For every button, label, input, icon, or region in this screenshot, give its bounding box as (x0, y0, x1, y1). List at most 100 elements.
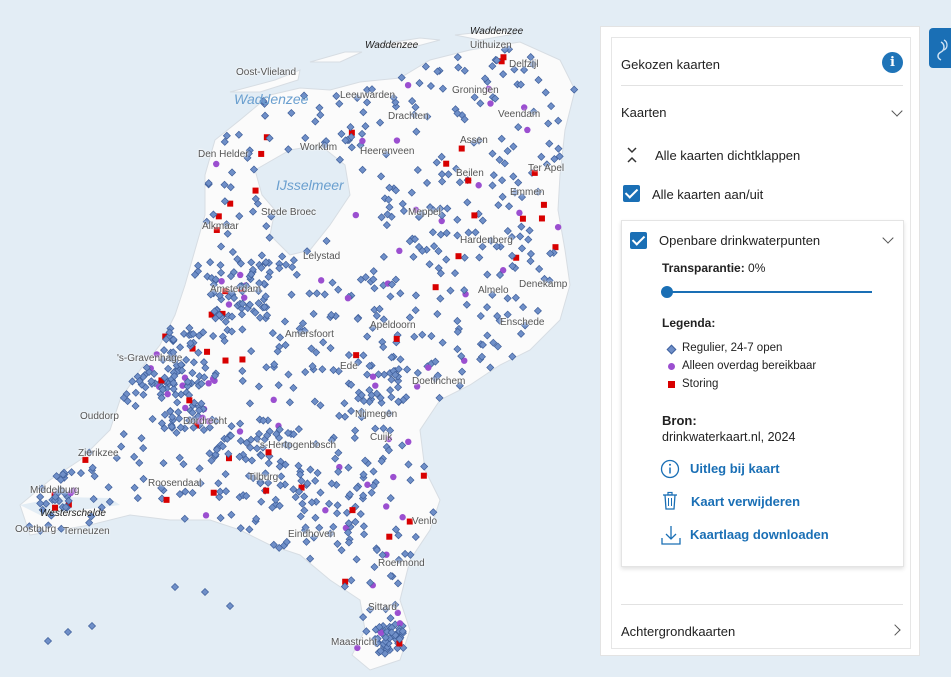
chosen-maps-panel: Gekozen kaarten i Kaarten Alle kaarten d… (611, 37, 911, 649)
daytime-point-marker[interactable] (344, 294, 352, 302)
map-label: Waddenzee (470, 26, 524, 37)
daytime-point-marker[interactable] (369, 373, 377, 380)
map-label: Cuijk (370, 432, 393, 443)
legend-item: Regulier, 24-7 open (682, 342, 783, 354)
transparency-slider[interactable] (666, 291, 872, 293)
legend-circle-icon (668, 363, 675, 370)
remove-map-button[interactable]: Kaart verwijderen (691, 494, 800, 509)
fault-point-marker[interactable] (519, 215, 526, 222)
daytime-point-marker[interactable] (377, 629, 385, 636)
fault-point-marker[interactable] (540, 201, 547, 208)
legend-diamond-icon (666, 344, 677, 355)
daytime-point-marker[interactable] (372, 382, 379, 389)
daytime-point-marker[interactable] (393, 137, 401, 144)
fault-point-marker[interactable] (420, 472, 427, 479)
fault-point-marker[interactable] (500, 54, 507, 61)
daytime-point-marker[interactable] (425, 364, 432, 371)
fault-point-marker[interactable] (263, 487, 270, 494)
map-label: Lelystad (303, 251, 341, 262)
collapse-all-button[interactable]: Alle kaarten dichtklappen (655, 148, 800, 163)
daytime-point-marker[interactable] (322, 507, 329, 514)
map-label: Veendam (498, 109, 541, 120)
transparency-label: Transparantie: (662, 261, 745, 275)
fault-point-marker[interactable] (353, 352, 360, 359)
fault-point-marker[interactable] (458, 145, 465, 152)
daytime-point-marker[interactable] (487, 100, 494, 107)
download-layer-button[interactable]: Kaartlaag downloaden (690, 527, 829, 542)
collapse-icon[interactable] (626, 146, 638, 164)
daytime-point-marker[interactable] (390, 473, 397, 481)
fault-point-marker[interactable] (186, 397, 193, 404)
fault-point-marker[interactable] (258, 150, 265, 157)
chevron-down-icon[interactable] (891, 105, 903, 117)
fault-point-marker[interactable] (386, 533, 393, 540)
map-label: Dordrecht (183, 416, 227, 427)
chevron-down-icon[interactable] (882, 232, 894, 244)
map-label: Roosendaal (148, 478, 202, 489)
daytime-point-marker[interactable] (364, 481, 371, 488)
legend-item: Alleen overdag bereikbaar (682, 360, 817, 372)
map-label: Drachten (388, 111, 429, 122)
daytime-point-marker[interactable] (359, 137, 366, 145)
daytime-point-marker[interactable] (352, 211, 360, 219)
daytime-point-marker[interactable] (399, 514, 406, 521)
daytime-point-marker[interactable] (202, 512, 210, 519)
daytime-point-marker[interactable] (404, 81, 412, 89)
toggle-all-maps-label[interactable]: Alle kaarten aan/uit (652, 187, 763, 202)
divider (621, 85, 903, 86)
fault-point-marker[interactable] (455, 253, 462, 260)
daytime-point-marker[interactable] (236, 428, 244, 435)
map-label: Assen (460, 135, 488, 146)
fault-point-marker[interactable] (204, 348, 211, 355)
daytime-point-marker[interactable] (225, 301, 233, 308)
daytime-point-marker[interactable] (164, 390, 171, 398)
daytime-point-marker[interactable] (524, 126, 531, 134)
layer-name[interactable]: Openbare drinkwaterpunten (659, 233, 820, 248)
map-label: Ede (340, 361, 358, 372)
fault-point-marker[interactable] (239, 356, 246, 363)
map-label: 's-Gravenhage (117, 353, 183, 364)
fault-point-marker[interactable] (349, 507, 356, 514)
fault-point-marker[interactable] (538, 215, 545, 222)
daytime-point-marker[interactable] (213, 160, 220, 168)
fault-point-marker[interactable] (443, 160, 450, 167)
info-circle-icon[interactable] (660, 459, 680, 484)
fault-point-marker[interactable] (393, 335, 400, 342)
daytime-point-marker[interactable] (383, 503, 390, 510)
fault-point-marker[interactable] (222, 357, 229, 364)
checkbox-icon[interactable] (623, 185, 640, 202)
daytime-point-marker[interactable] (270, 396, 277, 404)
map-label: Amsterdam (210, 284, 262, 295)
fault-point-marker[interactable] (471, 212, 478, 219)
daytime-point-marker[interactable] (317, 277, 325, 284)
daytime-point-marker[interactable] (475, 182, 482, 189)
legend-item: Storing (682, 378, 719, 390)
fault-point-marker[interactable] (210, 489, 217, 496)
download-icon[interactable] (660, 524, 682, 551)
daytime-point-marker[interactable] (396, 247, 403, 255)
explain-map-link[interactable]: Uitleg bij kaart (690, 461, 780, 476)
chevron-right-icon[interactable] (889, 624, 901, 636)
map-label: Almelo (478, 285, 509, 296)
section-kaarten-title[interactable]: Kaarten (621, 105, 667, 120)
layers-toggle-button[interactable] (929, 28, 951, 68)
fault-point-marker[interactable] (432, 284, 439, 291)
map-label: Hardenberg (460, 235, 513, 246)
legend-square-icon (668, 381, 675, 388)
background-maps-title[interactable]: Achtergrondkaarten (621, 624, 735, 639)
map-label: Terneuzen (63, 526, 110, 537)
daytime-point-marker[interactable] (554, 223, 562, 231)
map-label: Den Helder (198, 149, 249, 160)
fault-point-marker[interactable] (252, 187, 259, 194)
info-icon[interactable]: i (882, 52, 903, 73)
layers-icon (937, 39, 948, 61)
daytime-point-marker[interactable] (516, 209, 523, 217)
daytime-point-marker[interactable] (405, 438, 412, 446)
fault-point-marker[interactable] (163, 496, 170, 503)
checkbox-icon[interactable] (630, 232, 647, 249)
daytime-point-marker[interactable] (237, 271, 244, 279)
daytime-point-marker[interactable] (241, 294, 248, 301)
transparency-slider-handle[interactable] (661, 286, 673, 298)
daytime-point-marker[interactable] (205, 380, 212, 387)
trash-icon[interactable] (660, 491, 680, 516)
